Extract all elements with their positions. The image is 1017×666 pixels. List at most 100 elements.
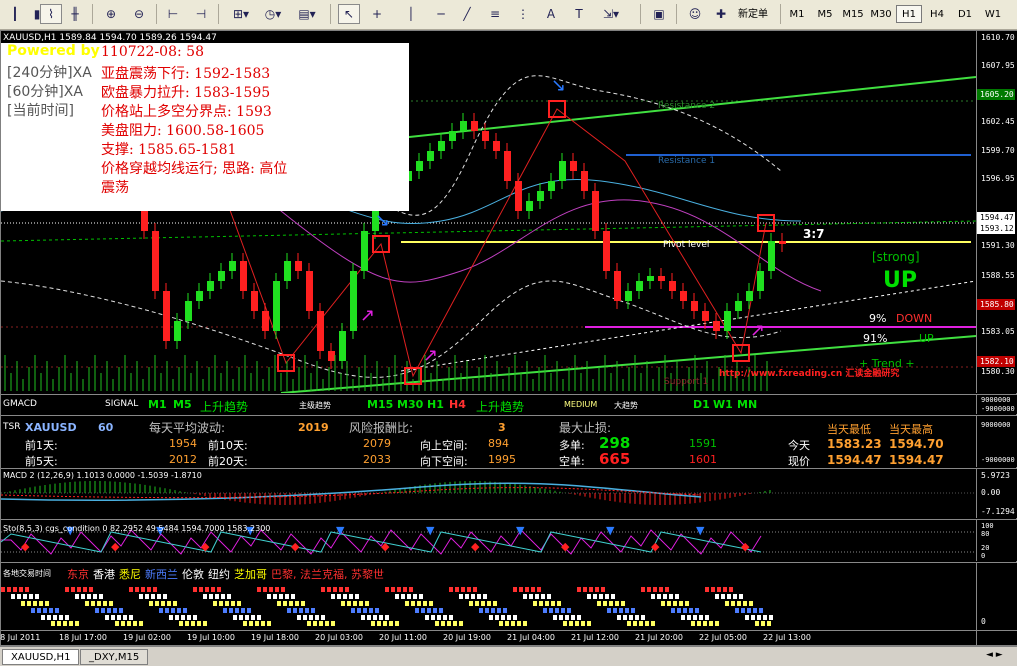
note-line: 亚盘震荡下行: 1592-1583 xyxy=(101,66,271,82)
horizontal-line-icon[interactable]: ─ xyxy=(430,4,452,24)
note-line: 价格穿越均线运行; 思路: 高位 xyxy=(101,161,288,177)
text-box-icon[interactable]: T xyxy=(568,4,590,24)
m15-label: M15 xyxy=(367,398,394,411)
timeframe-h4[interactable]: H4 xyxy=(924,5,950,23)
time-axis[interactable]: 18 Jul 2011 18 Jul 17:00 19 Jul 02:00 19 Ju… xyxy=(0,630,976,645)
tab-nav-icon[interactable]: ◄ ► xyxy=(986,650,1003,660)
timeframe-h1[interactable]: H1 xyxy=(896,5,922,23)
time-label: 20 Jul 03:00 xyxy=(315,633,363,642)
periods-icon[interactable]: ◷▾ xyxy=(258,4,288,24)
chart-shift-icon[interactable]: ⊢ xyxy=(162,4,184,24)
risk-value: 3 xyxy=(498,421,506,434)
candle-chart-icon[interactable]: ╫ xyxy=(64,4,86,24)
trendline-icon[interactable]: ╱ xyxy=(456,4,478,24)
today-label: 今天 xyxy=(788,439,810,452)
svg-text:↘: ↘ xyxy=(375,210,390,231)
stochastic-pane[interactable]: ◆ ▼ ◆ ▼ ◆ ▼ ◆ ▼ ◆ ▼ ◆ ▼ ◆ ▼ ◆ ▼ ◆ Sto(8,5,3) cgs_conditi… xyxy=(1,519,976,561)
today-high-value: 1594.70 xyxy=(889,437,944,451)
signal-label: SIGNAL xyxy=(105,399,139,409)
price-label: 1605.20 xyxy=(977,89,1015,100)
avg-label: 每天平均波动: xyxy=(149,421,226,435)
tsr-symbol: XAUUSD xyxy=(25,421,77,434)
medium-label: MEDIUM xyxy=(564,400,598,409)
terminal-app: ┃ ▮ ⌇ ╫ ⊕ ⊖ ⊢ ⊣ ⊞▾ ◷▾ ▤▾ ↖ + │ ─ ╱ ≡ ⋮ A… xyxy=(0,0,1017,666)
strong-label: [strong] xyxy=(872,250,920,264)
bar-chart-icon[interactable]: ┃ xyxy=(4,4,26,24)
arrows-icon[interactable]: ⇲▾ xyxy=(596,4,626,24)
indicators-icon[interactable]: ⊞▾ xyxy=(226,4,256,24)
tab-dxy-m15[interactable]: _DXY,M15 xyxy=(80,649,149,665)
d10-value: 2079 xyxy=(363,437,391,450)
sessions-label: 各地交易时间 xyxy=(3,569,51,578)
support1-label: Support 1 xyxy=(664,377,709,387)
time-label: 22 Jul 05:00 xyxy=(699,633,747,642)
timeframe-m30[interactable]: M30 xyxy=(868,5,894,23)
pct-up: 91% xyxy=(863,332,888,345)
crosshair-icon[interactable]: + xyxy=(366,4,388,24)
price-label: 1607.95 xyxy=(981,61,1015,70)
w1-label: W1 xyxy=(713,398,733,411)
info-line-240: [240分钟]XA xyxy=(7,65,92,81)
tsr-axis: 9000000 -9000000 xyxy=(976,415,1017,467)
timeframe-m5[interactable]: M5 xyxy=(812,5,838,23)
long-price: 1591 xyxy=(689,437,717,450)
timeframe-m1[interactable]: M1 xyxy=(784,5,810,23)
fibonacci-icon[interactable]: ⋮ xyxy=(512,4,534,24)
info-line-60: [60分钟]XA xyxy=(7,84,83,100)
gmacd-pane: GMACD SIGNAL M1 M5 上升趋势 主级趋势 M15 M30 H1 … xyxy=(1,394,976,414)
h4-label: H4 xyxy=(449,398,466,411)
time-label: 21 Jul 12:00 xyxy=(571,633,619,642)
price-chart-pane[interactable]: ↘ ↘ ↗ ↗ ↗ XAUUSD,H1 1589.84 1594.70 1589.26 … xyxy=(1,31,976,393)
resistance1-label: Resistance 1 xyxy=(658,156,716,166)
timeframe-w1[interactable]: W1 xyxy=(980,5,1006,23)
svg-text:◆: ◆ xyxy=(21,540,30,553)
zoom-in-icon[interactable]: ⊕ xyxy=(100,4,122,24)
price-axis[interactable]: 1610.70 1607.95 1605.20 1602.45 1599.70 1596.… xyxy=(976,31,1017,393)
cursor-icon[interactable]: ↖ xyxy=(338,4,360,24)
time-label: 22 Jul 13:00 xyxy=(763,633,811,642)
price-label: 1596.95 xyxy=(981,174,1015,183)
svg-text:▼: ▼ xyxy=(516,524,525,537)
macd-pane[interactable]: MACD 2 (12,26,9) 1.1013 0.0000 -1.5039 -… xyxy=(1,468,976,518)
trend2-label: 上升趋势 xyxy=(476,400,525,414)
toolbar: ┃ ▮ ⌇ ╫ ⊕ ⊖ ⊢ ⊣ ⊞▾ ◷▾ ▤▾ ↖ + │ ─ ╱ ≡ ⋮ A… xyxy=(0,0,1017,30)
h1-label: H1 xyxy=(427,398,444,411)
new-order-button[interactable]: 新定单 xyxy=(738,5,768,20)
zoom-out-icon[interactable]: ⊖ xyxy=(128,4,150,24)
downspace-label: 向下空间: xyxy=(420,455,468,467)
auto-scroll-icon[interactable]: ⊣ xyxy=(190,4,212,24)
text-label-icon[interactable]: A xyxy=(540,4,562,24)
navigator-icon[interactable]: ▣ xyxy=(648,4,670,24)
long-label: 多单: xyxy=(559,439,585,452)
city-label: 香港 xyxy=(93,568,115,581)
timeframe-m15[interactable]: M15 xyxy=(840,5,866,23)
svg-text:↗: ↗ xyxy=(360,305,375,326)
powered-by-label: Powered by xyxy=(7,43,100,59)
d20-value: 2033 xyxy=(363,453,391,466)
svg-text:◆: ◆ xyxy=(291,540,300,553)
d5-value: 2012 xyxy=(169,453,197,466)
city-label: 巴黎, 法兰克福, 苏黎世 xyxy=(271,568,384,581)
pct-down: 9% xyxy=(869,312,887,325)
templates-icon[interactable]: ▤▾ xyxy=(292,4,322,24)
chart-title: XAUUSD,H1 1589.84 1594.70 1589.26 1594.4… xyxy=(3,33,217,43)
vertical-line-icon[interactable]: │ xyxy=(400,4,422,24)
d20-label: 前20天: xyxy=(208,455,248,467)
up-signal-label: UP xyxy=(883,268,917,293)
timeframe-d1[interactable]: D1 xyxy=(952,5,978,23)
short-value: 665 xyxy=(599,450,631,467)
tab-xauusd-h1[interactable]: XAUUSD,H1 xyxy=(2,649,80,665)
resistance2-label: Resistance 2 xyxy=(658,101,716,111)
svg-text:▼: ▼ xyxy=(426,524,435,537)
svg-text:◆: ◆ xyxy=(561,540,570,553)
down-label: DOWN xyxy=(896,312,933,325)
downspace-value: 1995 xyxy=(488,453,516,466)
channel-icon[interactable]: ≡ xyxy=(484,4,506,24)
mn-label: MN xyxy=(737,398,758,411)
new-order-icon[interactable]: ✚ xyxy=(710,4,732,24)
today-low-value: 1583.23 xyxy=(827,437,882,451)
m30-label: M30 xyxy=(397,398,424,411)
line-chart-icon[interactable]: ⌇ xyxy=(40,4,62,24)
experts-icon[interactable]: ☺ xyxy=(684,4,706,24)
time-label: 20 Jul 19:00 xyxy=(443,633,491,642)
